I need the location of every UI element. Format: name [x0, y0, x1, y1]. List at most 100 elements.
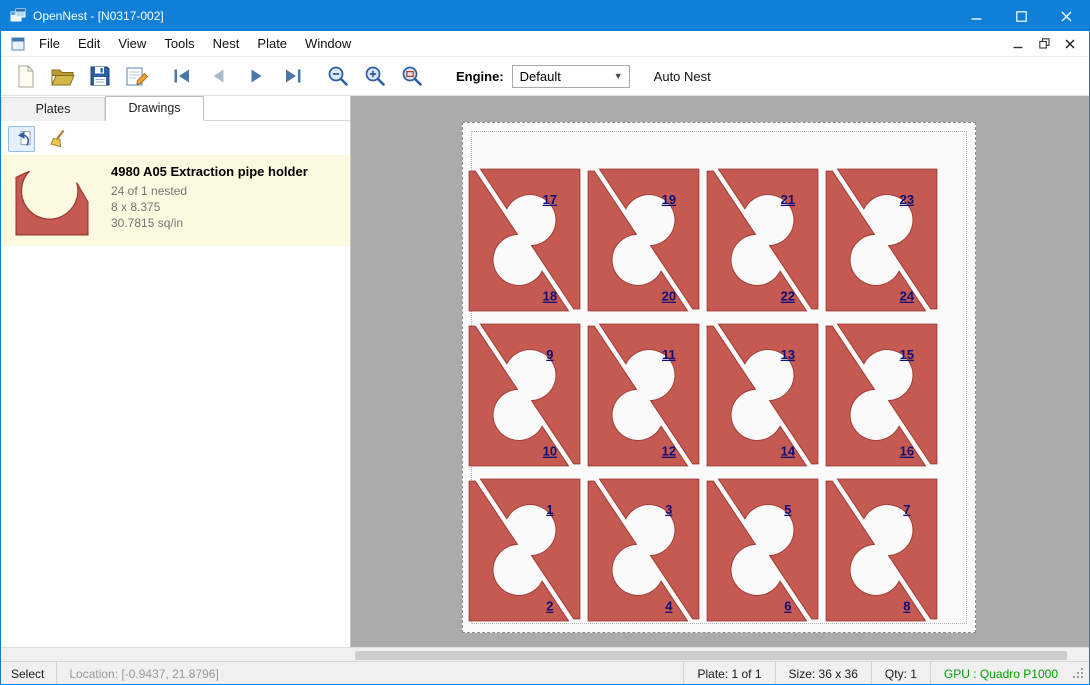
- nested-pair-cell: 34: [585, 475, 702, 625]
- nested-pair-cell: 21 22: [704, 165, 821, 315]
- bottom-scroll-strip: [1, 647, 1089, 661]
- part-number[interactable]: 22: [781, 289, 795, 304]
- menu-nest[interactable]: Nest: [204, 31, 249, 57]
- zoom-out-button[interactable]: [319, 60, 356, 93]
- menu-window[interactable]: Window: [296, 31, 360, 57]
- resize-grip[interactable]: [1073, 668, 1085, 680]
- tab-plates[interactable]: Plates: [1, 97, 105, 121]
- part-number[interactable]: 5: [784, 502, 791, 517]
- part-number[interactable]: 16: [900, 444, 914, 459]
- drawing-list-item[interactable]: 4980 A05 Extraction pipe holder 24 of 1 …: [1, 155, 350, 246]
- part-number[interactable]: 18: [543, 289, 557, 304]
- save-button[interactable]: [81, 60, 118, 93]
- maximize-button[interactable]: [999, 1, 1044, 31]
- close-icon: [1061, 11, 1072, 22]
- part-number[interactable]: 6: [784, 599, 791, 614]
- save-icon: [89, 65, 111, 87]
- horizontal-scrollbar[interactable]: [352, 649, 1089, 661]
- save-edit-icon: [125, 65, 149, 88]
- panel-tabs: Plates Drawings: [1, 96, 350, 121]
- part-number[interactable]: 3: [665, 502, 672, 517]
- app-window: OpenNest - [N0317-002] File Edit View To…: [0, 0, 1090, 685]
- part-number[interactable]: 13: [781, 347, 795, 362]
- new-file-icon: [15, 64, 37, 89]
- part-number[interactable]: 2: [546, 599, 553, 614]
- app-icon: [10, 8, 26, 24]
- mdi-close-icon: [1065, 39, 1075, 49]
- menu-plate[interactable]: Plate: [248, 31, 296, 57]
- part-number[interactable]: 12: [662, 444, 676, 459]
- first-plate-button[interactable]: [163, 60, 200, 93]
- drawing-nested-count: 24 of 1 nested: [111, 183, 308, 199]
- drawing-info: 4980 A05 Extraction pipe holder 24 of 1 …: [111, 164, 308, 246]
- nested-pair-cell: 11 12: [585, 320, 702, 470]
- part-number[interactable]: 14: [781, 444, 796, 459]
- status-size: Size: 36 x 36: [776, 667, 871, 681]
- part-number[interactable]: 4: [665, 599, 673, 614]
- scrollbar-thumb[interactable]: [355, 651, 1067, 660]
- zoom-in-icon: [363, 64, 387, 88]
- next-plate-button[interactable]: [237, 60, 274, 93]
- maximize-icon: [1016, 11, 1027, 22]
- close-button[interactable]: [1044, 1, 1089, 31]
- engine-value: Default: [520, 69, 561, 84]
- save-edit-button[interactable]: [118, 60, 155, 93]
- menu-tools[interactable]: Tools: [155, 31, 203, 57]
- part-number[interactable]: 1: [546, 502, 553, 517]
- nesting-canvas[interactable]: 171819202122232491011121314151612345678: [351, 96, 1090, 647]
- part-number[interactable]: 8: [903, 599, 910, 614]
- engine-select[interactable]: Default ▼: [512, 65, 630, 88]
- mdi-close-button[interactable]: [1057, 33, 1083, 55]
- auto-nest-button[interactable]: Auto Nest: [654, 69, 711, 84]
- part-number[interactable]: 23: [900, 192, 914, 207]
- engine-label: Engine:: [456, 69, 504, 84]
- nested-pair-cell: 13 14: [704, 320, 821, 470]
- mdi-minimize-icon: [1013, 39, 1023, 49]
- nested-pair-cell: 23 24: [823, 165, 940, 315]
- part-number[interactable]: 15: [900, 347, 914, 362]
- previous-plate-button[interactable]: [200, 60, 237, 93]
- zoom-fit-icon: [400, 64, 424, 88]
- part-number[interactable]: 19: [662, 192, 676, 207]
- drawing-title: 4980 A05 Extraction pipe holder: [111, 164, 308, 179]
- last-plate-button[interactable]: [274, 60, 311, 93]
- minimize-button[interactable]: [954, 1, 999, 31]
- menu-edit[interactable]: Edit: [69, 31, 109, 57]
- part-number[interactable]: 9: [546, 347, 553, 362]
- nested-pair-cell: 12: [466, 475, 583, 625]
- zoom-out-icon: [326, 64, 350, 88]
- new-button[interactable]: [7, 60, 44, 93]
- menu-file[interactable]: File: [30, 31, 69, 57]
- part-number[interactable]: 17: [543, 192, 557, 207]
- nested-pair-cell: 1718: [466, 165, 583, 315]
- zoom-fit-button[interactable]: [393, 60, 430, 93]
- status-bar: Select Location: [-0.9437, 21.8796] Plat…: [1, 661, 1089, 685]
- part-number[interactable]: 11: [662, 347, 676, 362]
- drawing-size: 8 x 8.375: [111, 199, 308, 215]
- replace-drawing-button[interactable]: [8, 126, 35, 152]
- part-number[interactable]: 10: [543, 444, 557, 459]
- part-number[interactable]: 24: [900, 289, 915, 304]
- title-bar: OpenNest - [N0317-002]: [1, 1, 1089, 31]
- clear-drawings-button[interactable]: [44, 126, 71, 152]
- nested-pair-cell: 1516: [823, 320, 940, 470]
- minimize-icon: [971, 11, 982, 22]
- open-button[interactable]: [44, 60, 81, 93]
- broom-icon: [48, 129, 68, 149]
- status-qty: Qty: 1: [872, 667, 930, 681]
- previous-icon: [206, 66, 232, 86]
- mdi-restore-icon: [1039, 38, 1050, 49]
- zoom-in-button[interactable]: [356, 60, 393, 93]
- document-icon: [10, 36, 26, 52]
- status-location: Location: [-0.9437, 21.8796]: [57, 667, 683, 681]
- part-number[interactable]: 21: [781, 192, 795, 207]
- menu-view[interactable]: View: [109, 31, 155, 57]
- part-number[interactable]: 7: [903, 502, 910, 517]
- mdi-minimize-button[interactable]: [1005, 33, 1031, 55]
- next-icon: [243, 66, 269, 86]
- part-number[interactable]: 20: [662, 289, 676, 304]
- tab-drawings[interactable]: Drawings: [105, 96, 204, 121]
- open-folder-icon: [50, 65, 76, 87]
- mdi-restore-button[interactable]: [1031, 33, 1057, 55]
- status-mode: Select: [1, 667, 56, 681]
